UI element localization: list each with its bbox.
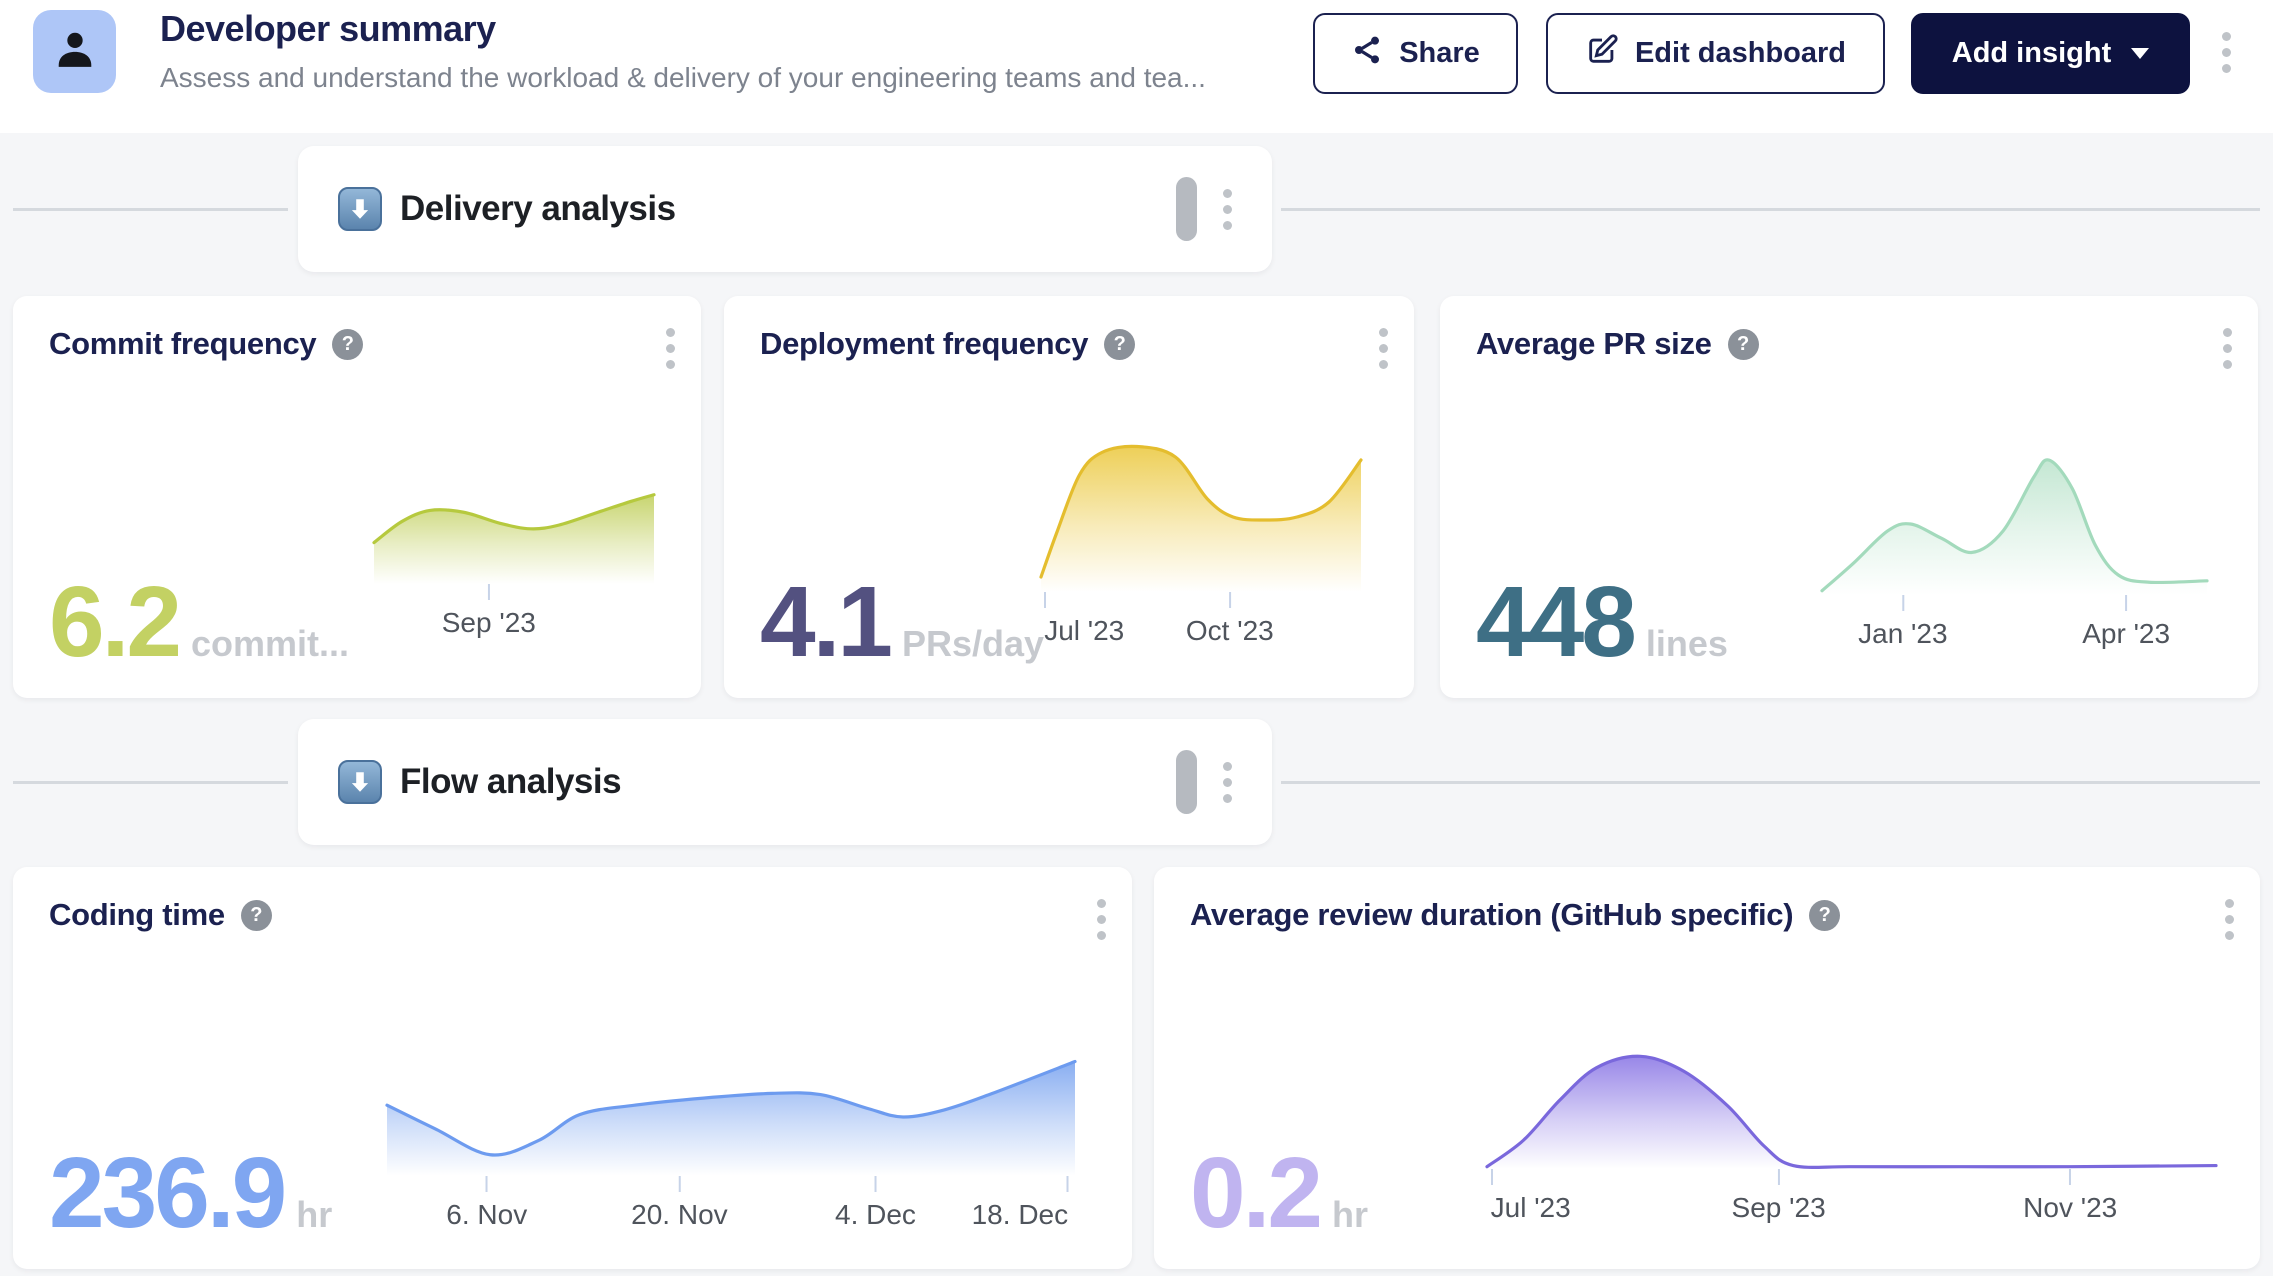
area-chart <box>374 492 654 584</box>
section-divider-right <box>1281 781 2260 784</box>
coding-time-sparkline: 6. Nov20. Nov4. Dec18. Dec <box>387 1058 1075 1176</box>
card-average-review-duration: Average review duration (GitHub specific… <box>1154 867 2260 1269</box>
metric-value: 6.2 <box>49 572 179 672</box>
help-icon[interactable] <box>332 329 363 360</box>
section-header-flow-analysis: Flow analysis <box>298 719 1272 845</box>
header-bar: Developer summary Assess and understand … <box>0 0 2273 133</box>
card-coding-time: Coding time 6. Nov 20. Nov 4. Dec 18. Dec 2… <box>13 867 1132 1269</box>
card-title: Deployment frequency <box>760 326 1088 362</box>
card-kebab-menu[interactable] <box>2223 328 2232 369</box>
section-divider-left <box>13 208 288 211</box>
card-kebab-menu[interactable] <box>1379 328 1388 369</box>
section-title: Flow analysis <box>400 762 621 802</box>
metric-value: 236.9 <box>49 1143 284 1243</box>
area-chart <box>1487 1054 2216 1169</box>
metric-unit: hr <box>296 1194 332 1236</box>
x-axis-ticks: Jan '23 Apr '23 <box>1822 595 2207 655</box>
x-axis-tick: Apr '23 <box>2082 595 2170 650</box>
x-axis-ticks: Jul '23 Oct '23 <box>1041 592 1361 652</box>
card-average-pr-size: Average PR size Jan '23 Apr '23 448 lines <box>1440 296 2258 698</box>
metric-value: 0.2 <box>1190 1143 1320 1243</box>
card-kebab-menu[interactable] <box>2225 899 2234 940</box>
average-pr-size-sparkline: Jan '23Apr '23 <box>1822 453 2207 595</box>
card-title: Coding time <box>49 897 225 933</box>
card-kebab-menu[interactable] <box>1097 899 1106 940</box>
section-kebab-menu[interactable] <box>1223 189 1232 230</box>
card-title: Commit frequency <box>49 326 316 362</box>
x-axis-tick: Oct '23 <box>1186 592 1274 647</box>
x-axis-tick: 20. Nov <box>631 1176 728 1231</box>
area-chart <box>1822 453 2207 595</box>
section-divider-left <box>13 781 288 784</box>
help-icon[interactable] <box>1728 329 1759 360</box>
help-icon[interactable] <box>1809 900 1840 931</box>
x-axis-tick: Nov '23 <box>2023 1169 2117 1224</box>
card-kebab-menu[interactable] <box>666 328 675 369</box>
section-divider-right <box>1281 208 2260 211</box>
x-axis-ticks: 6. Nov 20. Nov 4. Dec 18. Dec <box>387 1176 1075 1236</box>
commit-frequency-sparkline: Sep '23 <box>374 492 654 584</box>
card-deployment-frequency: Deployment frequency Jul '23Oct '23 4.1 … <box>724 296 1414 698</box>
x-axis-ticks: Sep '23 <box>374 584 654 644</box>
metric-unit: commit... <box>191 623 349 665</box>
share-icon <box>1351 34 1383 74</box>
card-commit-frequency: Commit frequency Sep '23 6.2 commit... <box>13 296 701 698</box>
metric-value: 448 <box>1476 572 1634 672</box>
x-axis-tick: 18. Dec <box>972 1176 1069 1231</box>
help-icon[interactable] <box>1104 329 1135 360</box>
edit-dashboard-button[interactable]: Edit dashboard <box>1546 13 1885 94</box>
person-icon <box>52 26 98 77</box>
header-kebab-menu[interactable] <box>2222 32 2231 73</box>
dashboard-avatar[interactable] <box>33 10 116 93</box>
x-axis-tick: Sep '23 <box>1732 1169 1826 1224</box>
share-label: Share <box>1399 37 1480 70</box>
section-header-delivery-analysis: Delivery analysis <box>298 146 1272 272</box>
metric-unit: hr <box>1332 1194 1368 1236</box>
down-arrow-emoji <box>338 760 382 804</box>
metric-value: 4.1 <box>760 572 890 672</box>
x-axis-tick: Jul '23 <box>1491 1169 1571 1224</box>
x-axis-tick: Jan '23 <box>1858 595 1947 650</box>
page-title: Developer summary <box>160 8 496 50</box>
section-title: Delivery analysis <box>400 189 676 229</box>
card-title: Average PR size <box>1476 326 1712 362</box>
section-kebab-menu[interactable] <box>1223 762 1232 803</box>
add-insight-button[interactable]: Add insight <box>1911 13 2190 94</box>
drag-handle[interactable] <box>1176 750 1197 814</box>
area-chart <box>387 1058 1075 1176</box>
metric-unit: PRs/day <box>902 623 1044 665</box>
x-axis-tick: 4. Dec <box>835 1176 916 1231</box>
edit-icon <box>1585 33 1619 75</box>
deployment-frequency-sparkline: Jul '23Oct '23 <box>1041 442 1361 592</box>
help-icon[interactable] <box>241 900 272 931</box>
drag-handle[interactable] <box>1176 177 1197 241</box>
page-subtitle: Assess and understand the workload & del… <box>160 62 1206 94</box>
average-review-duration-sparkline: Jul '23Sep '23Nov '23 <box>1487 1054 2216 1169</box>
metric-unit: lines <box>1646 623 1728 665</box>
share-button[interactable]: Share <box>1313 13 1518 94</box>
x-axis-ticks: Jul '23 Sep '23 Nov '23 <box>1487 1169 2216 1229</box>
add-insight-label: Add insight <box>1952 37 2111 70</box>
edit-dashboard-label: Edit dashboard <box>1635 37 1846 70</box>
x-axis-tick: Sep '23 <box>442 584 536 639</box>
card-title: Average review duration (GitHub specific… <box>1190 897 1793 933</box>
x-axis-tick: Jul '23 <box>1044 592 1124 647</box>
x-axis-tick: 6. Nov <box>446 1176 527 1231</box>
area-chart <box>1041 442 1361 592</box>
down-arrow-emoji <box>338 187 382 231</box>
chevron-down-icon <box>2131 48 2149 59</box>
